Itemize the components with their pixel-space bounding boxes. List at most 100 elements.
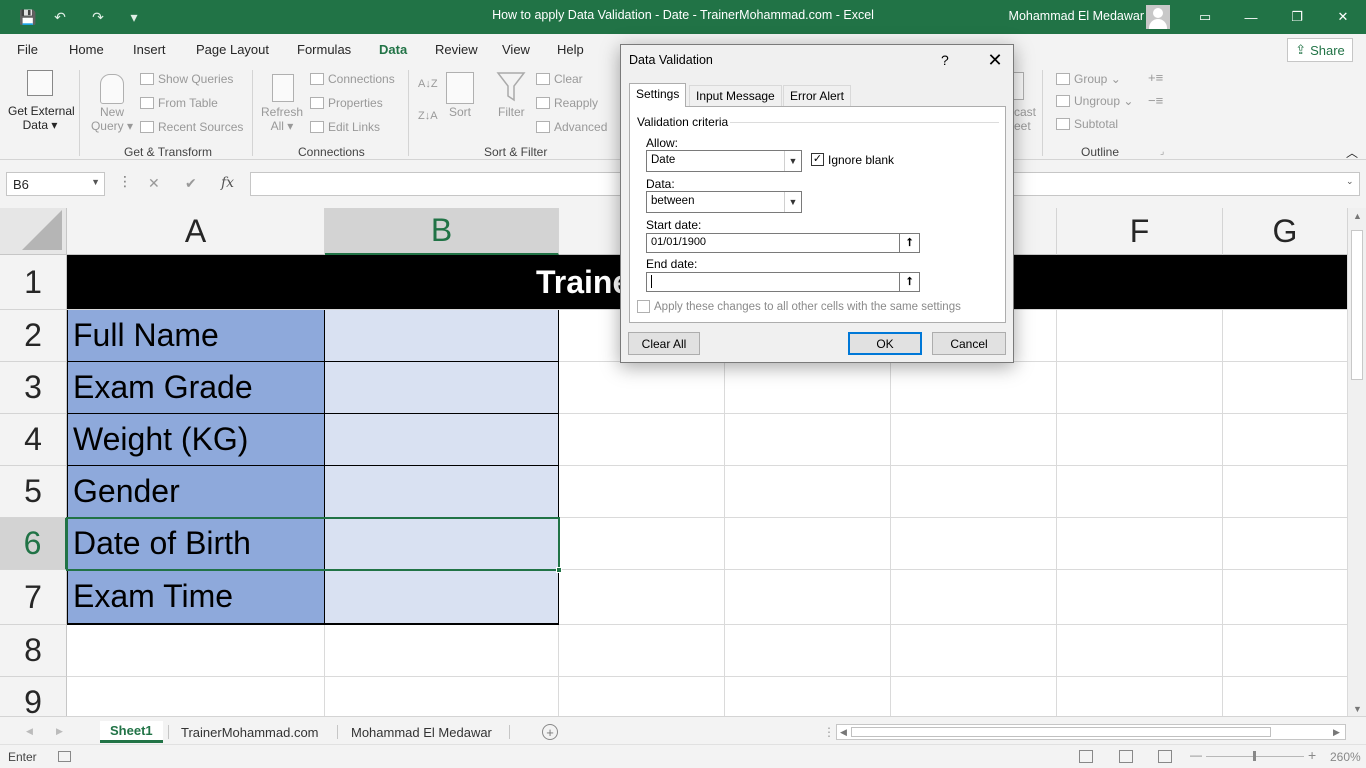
- zoom-level[interactable]: 260%: [1330, 750, 1361, 764]
- cell-d4[interactable]: [725, 414, 891, 466]
- page-layout-view-icon[interactable]: [1119, 750, 1133, 763]
- cell-e3[interactable]: [891, 362, 1057, 414]
- user-name[interactable]: Mohammad El Medawar: [1009, 9, 1144, 23]
- sort-ascending-button[interactable]: A↓Z: [418, 78, 438, 90]
- cell-d7[interactable]: [725, 570, 891, 625]
- refresh-all-button[interactable]: Refresh All ▾: [259, 105, 305, 133]
- cell-g3[interactable]: [1223, 362, 1348, 414]
- fill-handle[interactable]: [556, 567, 562, 573]
- apply-all-checkbox[interactable]: [637, 300, 650, 313]
- new-query-button[interactable]: New Query ▾: [88, 105, 136, 133]
- cell-g2[interactable]: [1223, 310, 1348, 362]
- avatar[interactable]: [1146, 5, 1170, 29]
- cell-d8[interactable]: [725, 625, 891, 677]
- cell-e8[interactable]: [891, 625, 1057, 677]
- chevron-down-icon[interactable]: ▼: [91, 177, 100, 187]
- range-selector-icon[interactable]: ⭡: [899, 234, 919, 252]
- advanced-filter-button[interactable]: Advanced: [536, 120, 607, 134]
- tab-formulas[interactable]: Formulas: [297, 42, 351, 57]
- page-break-preview-icon[interactable]: [1158, 750, 1172, 763]
- cell-f5[interactable]: [1057, 466, 1223, 518]
- cell-e6[interactable]: [891, 518, 1057, 570]
- row-header-2[interactable]: 2: [0, 310, 67, 362]
- collapse-ribbon-icon[interactable]: ︿: [1346, 144, 1358, 161]
- customize-qat-icon[interactable]: ▾: [122, 7, 146, 27]
- tab-view[interactable]: View: [502, 42, 530, 57]
- tab-settings[interactable]: Settings: [629, 83, 687, 107]
- enter-formula-icon[interactable]: ✔: [185, 175, 197, 192]
- cell-d3[interactable]: [725, 362, 891, 414]
- cell-g7[interactable]: [1223, 570, 1348, 625]
- normal-view-icon[interactable]: [1079, 750, 1093, 763]
- cell-b3[interactable]: [325, 362, 559, 414]
- row-header-9[interactable]: 9: [0, 677, 67, 716]
- cell-b4[interactable]: [325, 414, 559, 466]
- redo-icon[interactable]: ↷: [86, 7, 110, 27]
- forecast-sheet-button[interactable]: cast eet: [1014, 105, 1036, 133]
- cancel-button[interactable]: Cancel: [932, 332, 1006, 355]
- zoom-out-icon[interactable]: —: [1190, 748, 1202, 762]
- tab-page-layout[interactable]: Page Layout: [196, 42, 269, 57]
- scroll-left-icon[interactable]: ◀: [840, 727, 847, 738]
- cell-a3[interactable]: Exam Grade: [67, 362, 325, 414]
- clear-filter-button[interactable]: Clear: [536, 72, 583, 86]
- start-date-field[interactable]: 01/01/1900 ⭡: [646, 233, 920, 253]
- cell-d5[interactable]: [725, 466, 891, 518]
- recent-sources-button[interactable]: Recent Sources: [140, 120, 243, 134]
- ok-button[interactable]: OK: [848, 332, 922, 355]
- cell-c8[interactable]: [559, 625, 725, 677]
- from-table-button[interactable]: From Table: [140, 96, 218, 110]
- column-header-g[interactable]: G: [1223, 208, 1348, 255]
- cell-c9[interactable]: [559, 677, 725, 716]
- horizontal-scrollbar[interactable]: ◀ ▶: [836, 724, 1346, 740]
- expand-formula-bar-icon[interactable]: ⌄: [1346, 176, 1354, 187]
- close-window-button[interactable]: ✕: [1320, 0, 1366, 34]
- sort-button[interactable]: Sort: [449, 105, 471, 119]
- cell-a2[interactable]: Full Name: [67, 310, 325, 362]
- cell-g5[interactable]: [1223, 466, 1348, 518]
- tab-home[interactable]: Home: [69, 42, 104, 57]
- sheet-tab-sheet1[interactable]: Sheet1: [100, 721, 163, 743]
- cell-f9[interactable]: [1057, 677, 1223, 716]
- column-header-b[interactable]: B: [325, 208, 559, 255]
- scroll-right-icon[interactable]: ▶: [1333, 727, 1340, 738]
- row-header-1[interactable]: 1: [0, 255, 67, 310]
- cell-b8[interactable]: [325, 625, 559, 677]
- row-header-8[interactable]: 8: [0, 625, 67, 677]
- allow-select[interactable]: Date ▼: [646, 150, 802, 172]
- cancel-formula-icon[interactable]: ✕: [148, 175, 160, 192]
- tab-input-message[interactable]: Input Message: [689, 85, 782, 106]
- subtotal-button[interactable]: Subtotal: [1056, 117, 1118, 131]
- cell-b9[interactable]: [325, 677, 559, 716]
- cell-e4[interactable]: [891, 414, 1057, 466]
- share-button[interactable]: ⇪ Share: [1287, 38, 1353, 62]
- cell-d9[interactable]: [725, 677, 891, 716]
- cell-d6[interactable]: [725, 518, 891, 570]
- cell-f3[interactable]: [1057, 362, 1223, 414]
- cell-a8[interactable]: [67, 625, 325, 677]
- cell-c3[interactable]: [559, 362, 725, 414]
- range-selector-icon[interactable]: ⭡: [899, 273, 919, 291]
- row-header-5[interactable]: 5: [0, 466, 67, 518]
- group-button[interactable]: Group ⌄: [1056, 72, 1121, 86]
- ungroup-button[interactable]: Ungroup ⌄: [1056, 94, 1133, 108]
- scroll-up-icon[interactable]: ▲: [1353, 211, 1362, 221]
- insert-function-icon[interactable]: fx: [221, 175, 234, 191]
- close-icon[interactable]: ✕: [981, 48, 1009, 72]
- cell-b7[interactable]: [325, 570, 559, 625]
- cell-a9[interactable]: [67, 677, 325, 716]
- scroll-sheets-left-icon[interactable]: ◀: [26, 726, 33, 737]
- cell-f2[interactable]: [1057, 310, 1223, 362]
- cell-f6[interactable]: [1057, 518, 1223, 570]
- cell-a7[interactable]: Exam Time: [67, 570, 325, 625]
- cell-f4[interactable]: [1057, 414, 1223, 466]
- scroll-sheets-right-icon[interactable]: ▶: [56, 726, 63, 737]
- cell-g4[interactable]: [1223, 414, 1348, 466]
- tab-split-grip-icon[interactable]: ⋮: [823, 725, 835, 739]
- sheet-tab-trainermohammad[interactable]: TrainerMohammad.com: [181, 721, 319, 743]
- tab-error-alert[interactable]: Error Alert: [783, 85, 852, 106]
- cell-g6[interactable]: [1223, 518, 1348, 570]
- sort-descending-button[interactable]: Z↓A: [418, 110, 438, 122]
- add-sheet-icon[interactable]: +: [542, 724, 558, 740]
- help-icon[interactable]: ?: [941, 52, 949, 68]
